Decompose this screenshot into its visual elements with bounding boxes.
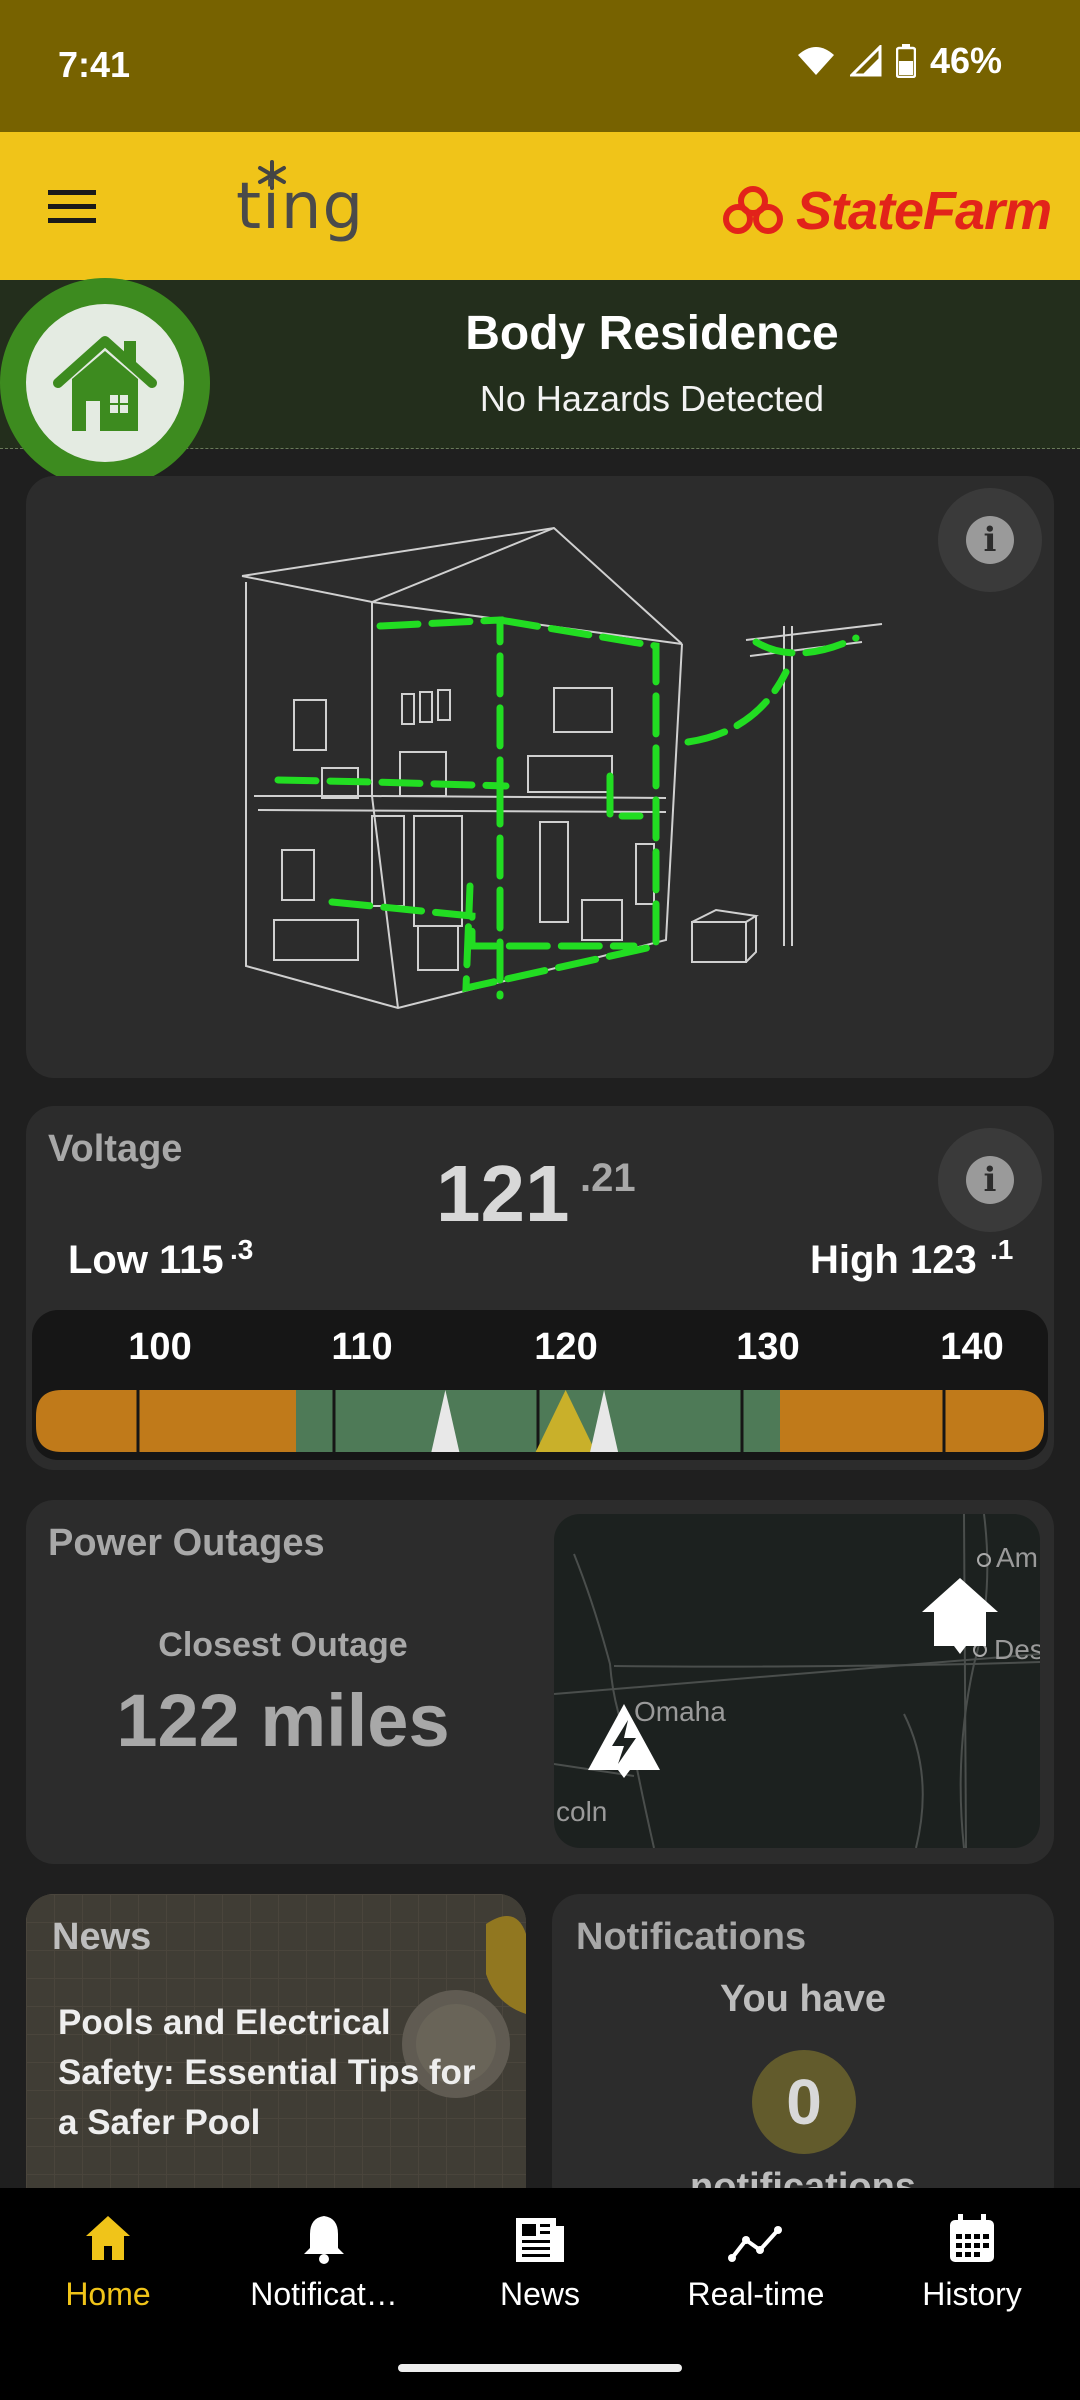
voltage-card[interactable]: Voltage 121 .21 i Low 115 .3 High 123 .1… <box>26 1106 1054 1470</box>
home-map-marker-icon <box>922 1578 998 1654</box>
notifications-label: Notifications <box>576 1916 807 1958</box>
hamburger-icon <box>48 190 96 223</box>
nav-label-home: Home <box>65 2276 151 2312</box>
house-icon <box>53 336 157 431</box>
home-badge-inner <box>26 304 184 462</box>
closest-outage-distance: 122 miles <box>116 1679 450 1762</box>
map-label-lincoln: coln <box>556 1796 608 1827</box>
residence-title: Body Residence <box>465 307 839 360</box>
home-badge[interactable] <box>0 278 210 488</box>
status-time: 7:41 <box>58 44 131 85</box>
voltage-value: 121 <box>436 1149 570 1238</box>
statefarm-rings-icon <box>723 186 783 234</box>
nav-label-notifications: Notificat… <box>250 2276 398 2312</box>
gauge-current-marker <box>535 1390 596 1452</box>
map-roads <box>554 1514 1040 1848</box>
news-headline[interactable]: Pools and Electrical Safety: Essential T… <box>58 1998 498 2148</box>
voltage-low: Low 115 <box>68 1238 224 1282</box>
gauge-markers <box>431 1390 619 1452</box>
outages-label: Power Outages <box>48 1522 325 1564</box>
voltage-gauge: 100 110 120 130 140 <box>32 1310 1048 1460</box>
nav-history[interactable]: History <box>864 2208 1080 2328</box>
nav-label-realtime: Real-time <box>687 2276 825 2312</box>
battery-percent: 46% <box>929 40 1002 81</box>
voltage-low-decimal: .3 <box>230 1234 254 1265</box>
status-icons: 46% <box>796 40 1002 82</box>
trend-icon <box>728 2226 782 2262</box>
voltage-high: High 123 <box>810 1238 977 1282</box>
voltage-label: Voltage <box>48 1128 183 1170</box>
voltage-info-button[interactable]: i <box>938 1128 1042 1232</box>
outage-map-marker-icon <box>588 1704 660 1778</box>
home-icon <box>86 2216 130 2260</box>
closest-outage-label: Closest Outage <box>158 1626 408 1664</box>
map-label-ames: Am <box>996 1542 1038 1573</box>
info-icon: i <box>966 1156 1014 1204</box>
battery-icon <box>895 44 916 78</box>
nav-label-history: History <box>922 2276 1022 2312</box>
menu-button[interactable] <box>40 176 106 236</box>
statefarm-text: StateFarm <box>796 181 1052 241</box>
notifications-card[interactable]: Notifications You have 0 notifications <box>552 1894 1054 2214</box>
status-bar: 7:41 46% <box>0 0 1080 132</box>
power-outages-card[interactable]: Power Outages Closest Outage 122 miles O… <box>26 1500 1054 1864</box>
gauge-high-marker <box>590 1390 619 1452</box>
nav-realtime[interactable]: Real-time <box>648 2208 864 2328</box>
newspaper-icon <box>516 2218 564 2262</box>
bell-icon <box>304 2216 344 2264</box>
cell-signal-icon <box>849 45 882 77</box>
ting-logo: ting <box>236 170 365 244</box>
nav-news[interactable]: News <box>432 2208 648 2328</box>
outage-map[interactable]: Omaha coln Am Des <box>554 1514 1040 1848</box>
news-label: News <box>52 1916 152 1958</box>
house-wiring-illustration <box>241 526 883 1010</box>
residence-status: No Hazards Detected <box>479 378 825 419</box>
news-card[interactable]: News Pools and Electrical Safety: Essent… <box>26 1894 526 2214</box>
gesture-home-indicator[interactable] <box>398 2364 682 2372</box>
calendar-icon <box>950 2214 994 2262</box>
nav-home[interactable]: Home <box>0 2208 216 2328</box>
wifi-icon <box>797 47 834 75</box>
gauge-low-marker <box>431 1390 460 1452</box>
voltage-high-decimal: .1 <box>990 1234 1014 1265</box>
house-wiring-card[interactable]: i <box>26 476 1054 1078</box>
voltage-value-decimal: .21 <box>580 1156 636 1200</box>
nav-label-news: News <box>499 2276 580 2312</box>
notifications-sub: You have <box>719 1978 887 2020</box>
notifications-count: 0 <box>752 2050 856 2154</box>
statefarm-logo: StateFarm <box>718 180 1052 242</box>
nav-notifications[interactable]: Notificat… <box>216 2208 432 2328</box>
